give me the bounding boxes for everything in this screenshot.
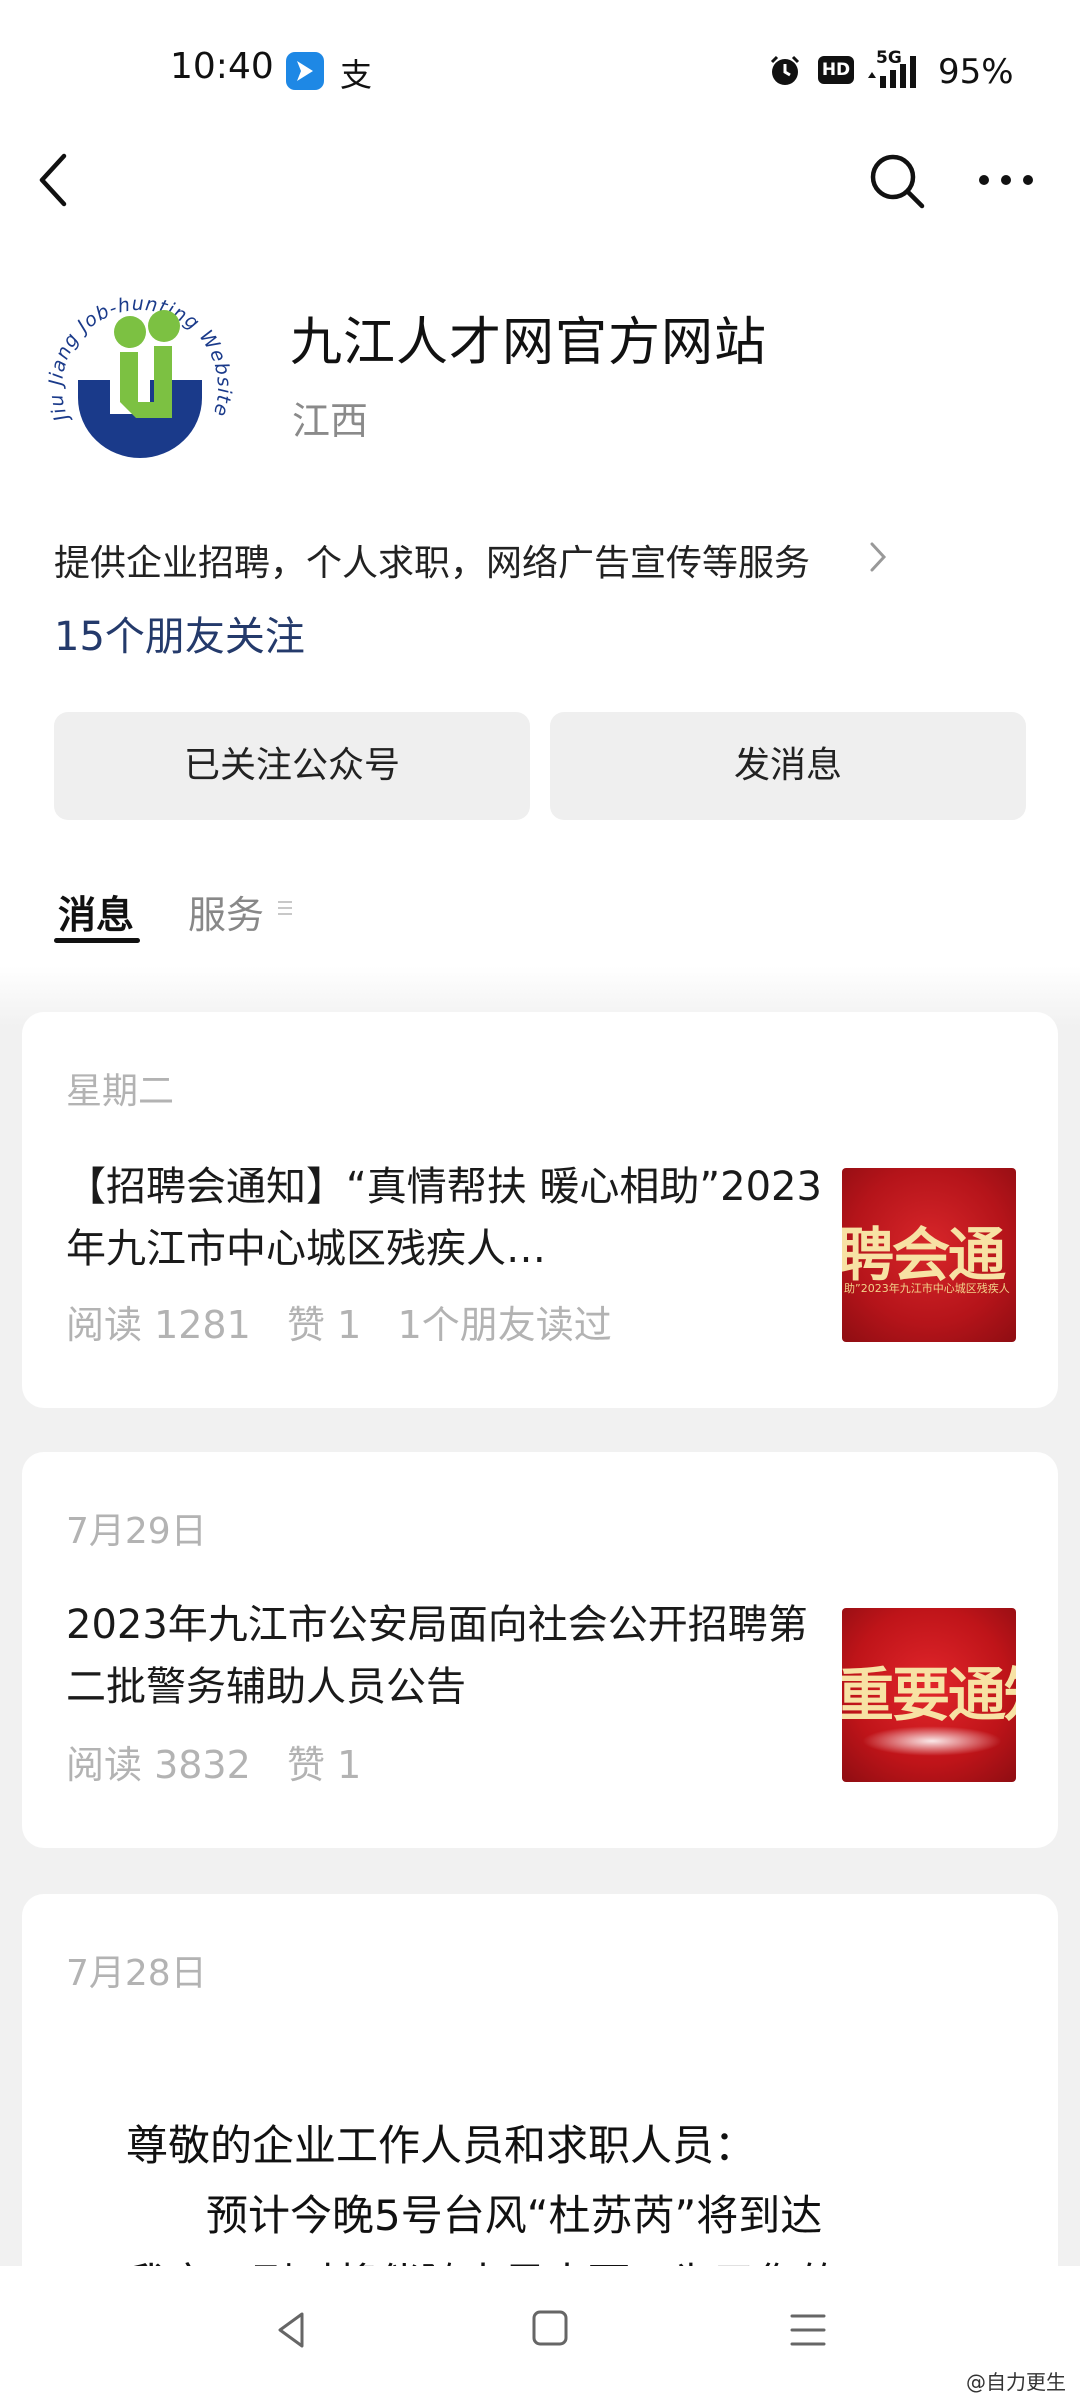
system-navigation-bar xyxy=(0,2266,1080,2400)
article-thumbnail[interactable]: 重要通知 xyxy=(842,1608,1016,1782)
status-time: 10:40 xyxy=(170,46,274,87)
article-card[interactable]: 7月28日 尊敬的企业工作人员和求职人员： 预计今晚5号台风“杜苏芮”将到达 我… xyxy=(22,1894,1058,2294)
thumbnail-glow xyxy=(862,1726,1002,1756)
send-message-button[interactable]: 发消息 xyxy=(550,712,1026,820)
friends-following[interactable]: 15个朋友关注 xyxy=(54,604,305,662)
battery-level: 95% xyxy=(938,52,1014,92)
signal-icon xyxy=(866,52,926,94)
article-meta: 阅读 1281 赞 1 1个朋友读过 xyxy=(66,1294,612,1349)
alipay-icon: 支 xyxy=(340,56,373,94)
system-menu-button[interactable] xyxy=(786,2308,830,2356)
account-name: 九江人才网官方网站 xyxy=(290,313,768,373)
article-likes: 赞 1 xyxy=(287,1303,362,1347)
article-date: 7月28日 xyxy=(66,1953,207,1994)
article-reads: 阅读 1281 xyxy=(66,1303,251,1347)
more-icon xyxy=(979,175,1033,185)
account-description[interactable]: 提供企业招聘，个人求职，网络广告宣传等服务 xyxy=(54,534,810,586)
article-likes: 赞 1 xyxy=(287,1743,362,1787)
square-home-icon xyxy=(532,2310,568,2346)
followed-account-button[interactable]: 已关注公众号 xyxy=(54,712,530,820)
hamburger-icon xyxy=(790,2314,826,2346)
chevron-left-icon xyxy=(39,153,67,207)
article-date: 星期二 xyxy=(66,1071,175,1112)
thumbnail-text: 重要通知 xyxy=(842,1661,1016,1729)
notice-line: 尊敬的企业工作人员和求职人员： xyxy=(126,2121,757,2170)
article-date: 7月29日 xyxy=(66,1511,207,1552)
back-button[interactable] xyxy=(30,148,80,212)
system-home-button[interactable] xyxy=(530,2308,570,2352)
tab-services[interactable]: 服务 xyxy=(188,884,264,939)
article-meta: 阅读 3832 赞 1 xyxy=(66,1734,361,1789)
alarm-icon xyxy=(768,54,802,92)
more-button[interactable] xyxy=(976,160,1036,200)
triangle-back-icon xyxy=(278,2312,304,2348)
article-reads: 阅读 3832 xyxy=(66,1743,251,1787)
article-thumbnail[interactable]: 聘会通 助”2023年九江市中心城区残疾人 xyxy=(842,1168,1016,1342)
menu-lines-icon xyxy=(276,898,294,922)
article-title[interactable]: 【招聘会通知】“真情帮扶 暖心相助”2023年九江市中心城区残疾人… xyxy=(66,1156,836,1280)
article-card[interactable]: 7月29日 2023年九江市公安局面向社会公开招聘第二批警务辅助人员公告 阅读 … xyxy=(22,1452,1058,1848)
search-icon xyxy=(870,154,925,209)
blue-arrow-app-icon xyxy=(286,52,324,90)
chevron-right-icon[interactable] xyxy=(868,540,888,578)
article-friends-read: 1个朋友读过 xyxy=(397,1303,612,1347)
article-card[interactable]: 星期二 【招聘会通知】“真情帮扶 暖心相助”2023年九江市中心城区残疾人… 阅… xyxy=(22,1012,1058,1408)
status-bar: 10:40 支 HD 5G 95% xyxy=(0,0,1080,140)
thumbnail-subtext: 助”2023年九江市中心城区残疾人 xyxy=(844,1282,1010,1295)
hd-badge: HD xyxy=(818,56,854,84)
system-back-button[interactable] xyxy=(270,2308,314,2356)
article-title[interactable]: 2023年九江市公安局面向社会公开招聘第二批警务辅助人员公告 xyxy=(66,1594,836,1718)
watermark: @自力更生 xyxy=(966,2370,1066,2394)
account-region: 江西 xyxy=(292,399,369,443)
search-button[interactable] xyxy=(866,150,928,212)
notice-line: 预计今晚5号台风“杜苏芮”将到达 xyxy=(206,2191,823,2240)
active-tab-indicator xyxy=(54,938,140,943)
account-logo: Jiu Jiang Job-hunting Website xyxy=(40,268,240,458)
tab-messages[interactable]: 消息 xyxy=(58,884,134,939)
